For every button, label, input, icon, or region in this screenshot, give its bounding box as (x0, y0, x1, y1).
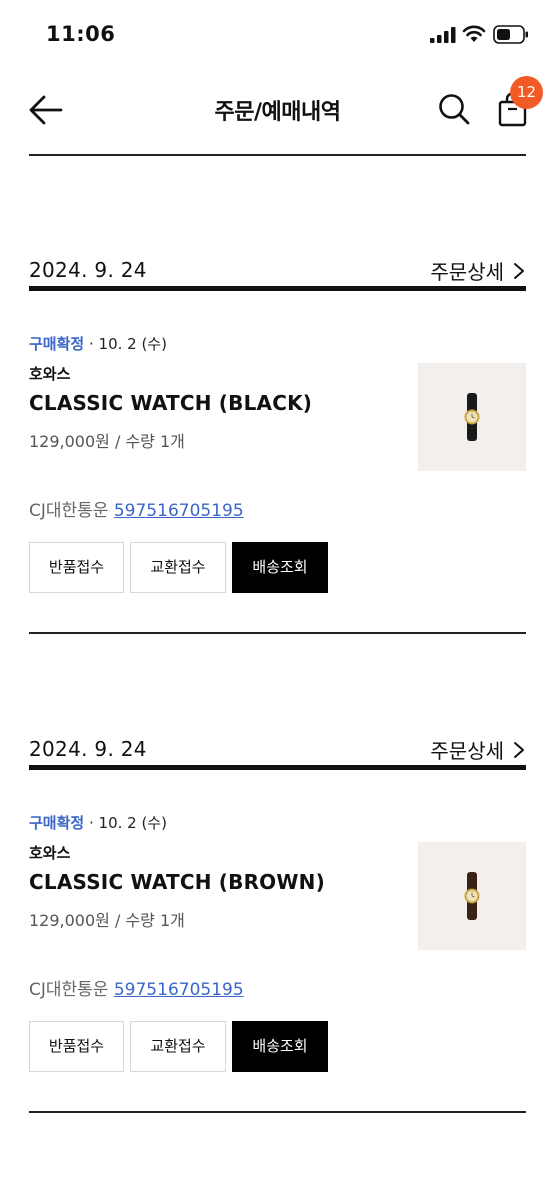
brand-name: 호와스 (29, 844, 71, 862)
status-badge: 구매확정 (29, 814, 85, 832)
status-badge: 구매확정 (29, 335, 85, 353)
price-quantity: 129,000원 / 수량 1개 (29, 432, 185, 451)
page-title: 주문/예매내역 (214, 100, 341, 125)
watch-image (464, 393, 480, 441)
product-thumbnail[interactable] (418, 363, 526, 471)
order-date: 2024. 9. 24 (29, 258, 147, 282)
chevron-right-icon (514, 741, 524, 758)
exchange-request-button[interactable]: 교환접수 (130, 542, 226, 593)
chevron-right-icon (514, 262, 524, 279)
courier-info: CJ대한통운 597516705195 (29, 496, 244, 521)
track-delivery-button[interactable]: 배송조회 (232, 542, 328, 593)
status-bar: 11:06 (0, 0, 555, 70)
exchange-request-button[interactable]: 교환접수 (130, 1021, 226, 1072)
tracking-number-link[interactable]: 597516705195 (114, 980, 244, 1000)
watch-image (464, 872, 480, 920)
return-request-button[interactable]: 반품접수 (29, 1021, 124, 1072)
order-divider (29, 765, 526, 770)
product-name[interactable]: CLASSIC WATCH (BLACK) (29, 391, 312, 415)
cart-count-badge: 12 (510, 76, 543, 109)
order-date: 2024. 9. 24 (29, 737, 147, 761)
brand-name: 호와스 (29, 365, 71, 383)
order-divider (29, 286, 526, 291)
courier-info: CJ대한통운 597516705195 (29, 975, 244, 1000)
wifi-icon (462, 25, 486, 42)
order-status-line: 구매확정 · 10. 2 (수) (29, 812, 167, 833)
tracking-number-link[interactable]: 597516705195 (114, 501, 244, 521)
product-name[interactable]: CLASSIC WATCH (BROWN) (29, 870, 325, 894)
order-detail-label: 주문상세 (430, 739, 504, 763)
order-detail-link[interactable]: 주문상세 (430, 735, 526, 764)
order-bottom-divider (29, 1111, 526, 1113)
track-delivery-button[interactable]: 배송조회 (232, 1021, 328, 1072)
status-date: · 10. 2 (수) (88, 814, 167, 832)
courier-name: CJ대한통운 (29, 980, 109, 1000)
order-group: 2024. 9. 24 주문상세 구매확정 · 10. 2 (수) 호와스 CL… (29, 735, 526, 1113)
product-thumbnail[interactable] (418, 842, 526, 950)
price-quantity: 129,000원 / 수량 1개 (29, 911, 185, 930)
search-icon[interactable] (437, 92, 471, 126)
status-time: 11:06 (46, 22, 116, 46)
app-header: 주문/예매내역 12 (0, 70, 555, 156)
order-detail-link[interactable]: 주문상세 (430, 256, 526, 285)
return-request-button[interactable]: 반품접수 (29, 542, 124, 593)
courier-name: CJ대한통운 (29, 501, 109, 521)
order-status-line: 구매확정 · 10. 2 (수) (29, 333, 167, 354)
signal-icon (430, 27, 456, 43)
header-divider (29, 154, 526, 156)
battery-icon (493, 25, 528, 44)
order-group: 2024. 9. 24 주문상세 구매확정 · 10. 2 (수) 호와스 CL… (29, 256, 526, 634)
order-detail-label: 주문상세 (430, 260, 504, 284)
status-date: · 10. 2 (수) (88, 335, 167, 353)
order-bottom-divider (29, 632, 526, 634)
